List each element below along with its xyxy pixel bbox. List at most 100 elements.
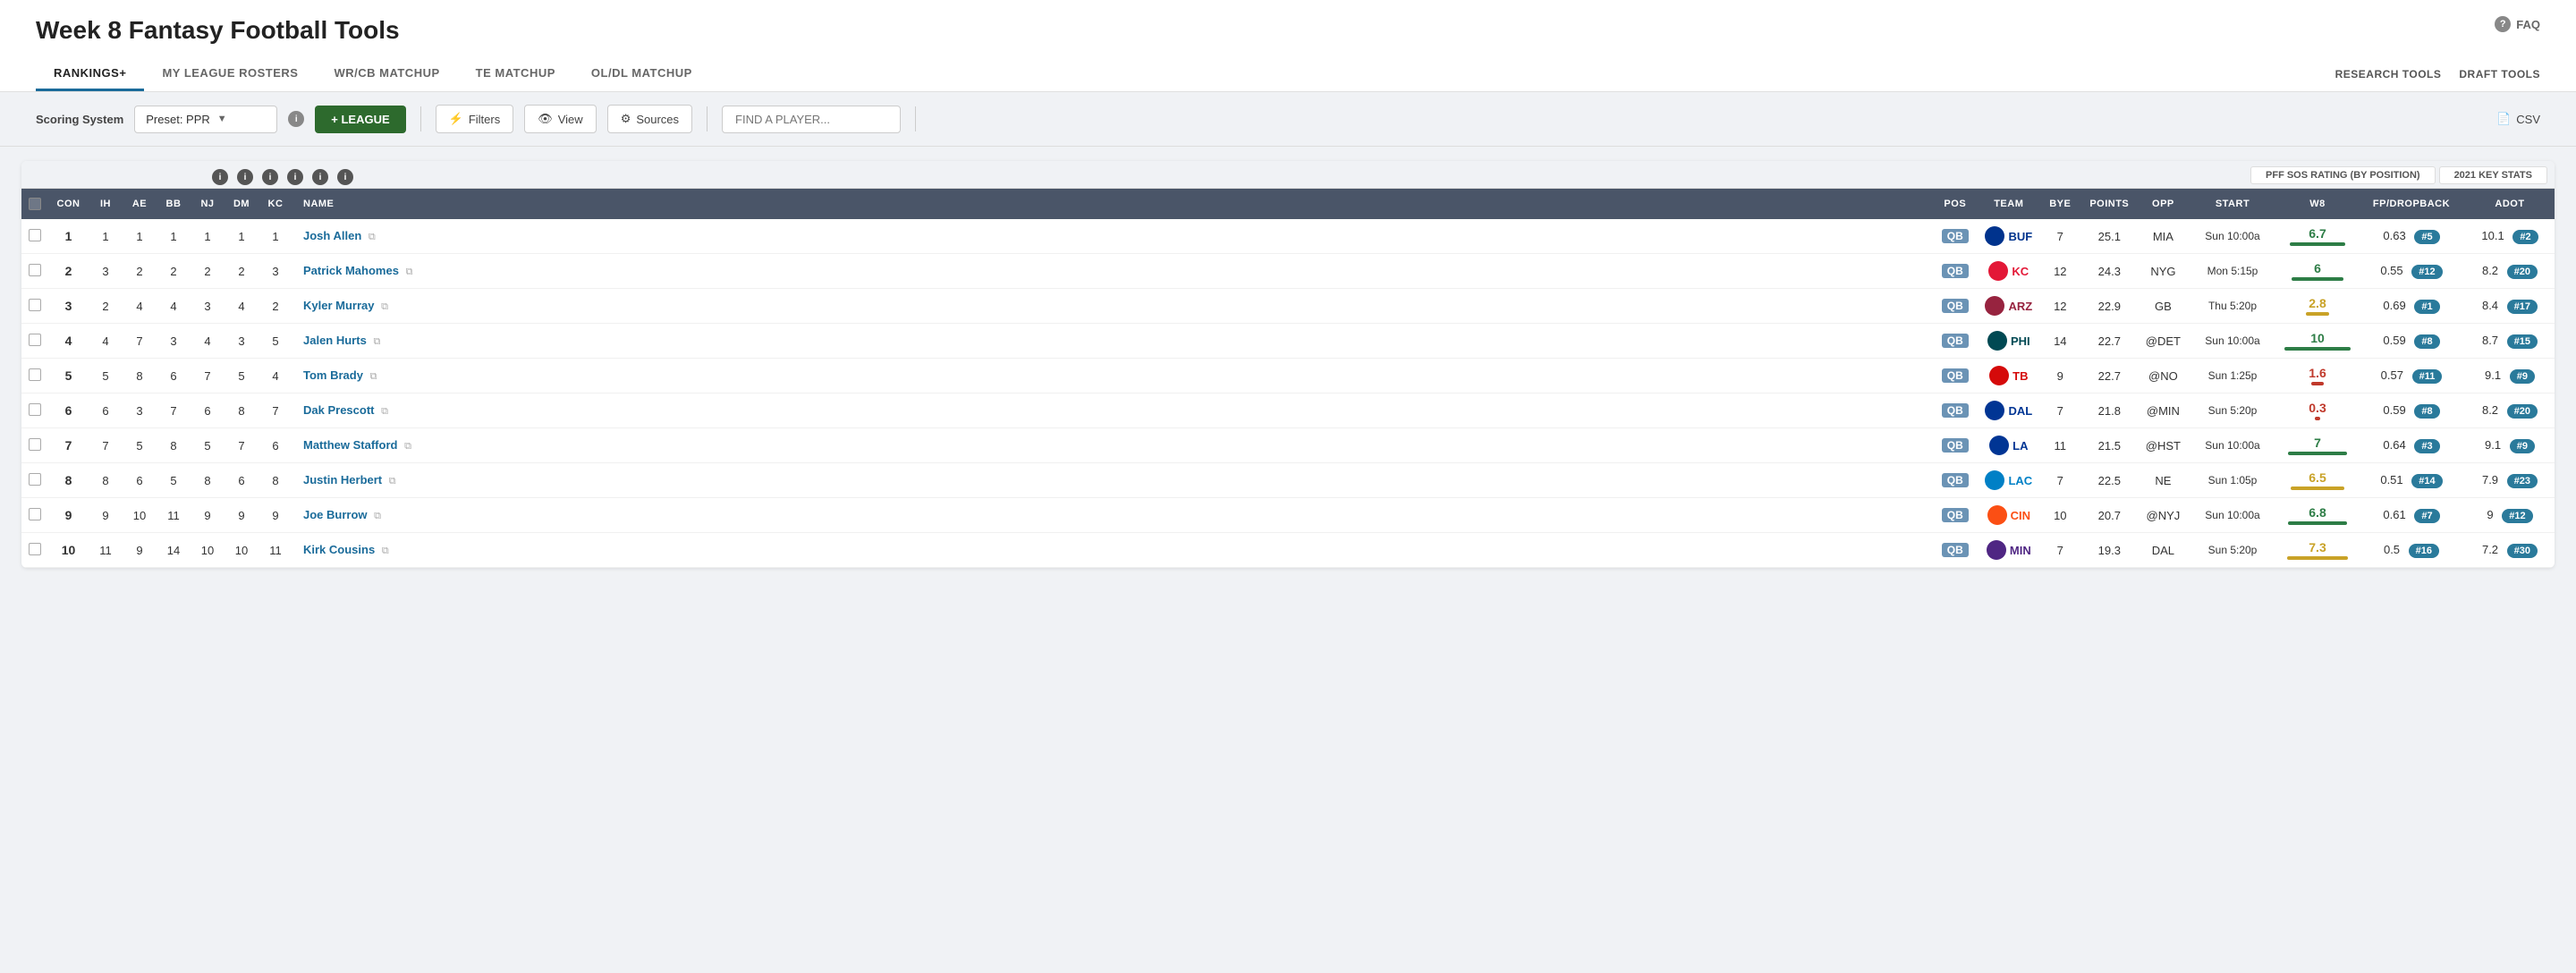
view-button[interactable]: 👁 View — [524, 105, 596, 133]
player-window-icon-0[interactable]: ⧉ — [369, 232, 376, 242]
faq-link[interactable]: ? FAQ — [2495, 16, 2540, 32]
player-name-link-8[interactable]: Joe Burrow — [303, 508, 368, 521]
row-fp-9: 0.5 #16 — [2358, 533, 2465, 568]
row-start-2: Thu 5:20p — [2188, 289, 2277, 324]
row-nj-6: 7 — [225, 428, 258, 463]
th-start: START — [2188, 189, 2277, 219]
fp-badge-5: #8 — [2414, 404, 2439, 419]
row-checkbox-4[interactable] — [21, 359, 48, 393]
adot-badge-9: #30 — [2507, 544, 2538, 558]
row-opp-3: @DET — [2139, 324, 2188, 359]
row-checkbox-7[interactable] — [21, 463, 48, 498]
row-pos-1: QB — [1933, 254, 1978, 289]
main-nav: RANKINGS+ MY LEAGUE ROSTERS WR/CB MATCHU… — [36, 57, 2540, 91]
row-kc-1: 3 — [258, 254, 292, 289]
fp-badge-8: #7 — [2414, 509, 2439, 523]
row-checkbox-1[interactable] — [21, 254, 48, 289]
player-window-icon-8[interactable]: ⧉ — [374, 511, 381, 521]
player-window-icon-9[interactable]: ⧉ — [382, 546, 389, 556]
row-checkbox-3[interactable] — [21, 324, 48, 359]
tab-te[interactable]: TE MATCHUP — [458, 57, 573, 91]
row-nj-7: 6 — [225, 463, 258, 498]
row-con-3: 4 — [89, 324, 123, 359]
col-info-kc[interactable]: i — [337, 169, 353, 185]
row-bb-3: 4 — [191, 324, 225, 359]
row-rank-4: 5 — [48, 359, 89, 393]
scoring-select[interactable]: Preset: PPR ▼ — [134, 106, 277, 133]
col-info-ih[interactable]: i — [237, 169, 253, 185]
table-row: 10 11 9 14 10 10 11 Kirk Cousins ⧉ QB MI… — [21, 533, 2555, 568]
adot-badge-7: #23 — [2507, 474, 2538, 488]
col-info-bb[interactable]: i — [287, 169, 303, 185]
row-name-5: Dak Prescott ⧉ — [292, 393, 1933, 428]
row-fp-7: 0.51 #14 — [2358, 463, 2465, 498]
player-name-link-3[interactable]: Jalen Hurts — [303, 334, 367, 347]
team-abbr-9: MIN — [2010, 544, 2031, 557]
row-checkbox-9[interactable] — [21, 533, 48, 568]
player-name-link-1[interactable]: Patrick Mahomes — [303, 264, 399, 277]
player-window-icon-4[interactable]: ⧉ — [370, 371, 377, 382]
row-rank-0: 1 — [48, 219, 89, 254]
player-window-icon-6[interactable]: ⧉ — [404, 441, 411, 452]
player-name-link-2[interactable]: Kyler Murray — [303, 299, 374, 312]
col-info-con[interactable]: i — [212, 169, 228, 185]
scoring-info-icon[interactable]: i — [288, 111, 304, 127]
player-window-icon-7[interactable]: ⧉ — [389, 476, 396, 486]
row-con-2: 2 — [89, 289, 123, 324]
research-tools-link[interactable]: RESEARCH TOOLS — [2335, 68, 2442, 80]
th-checkbox — [21, 189, 48, 219]
player-name-link-9[interactable]: Kirk Cousins — [303, 543, 375, 556]
league-button[interactable]: + LEAGUE — [315, 106, 405, 133]
player-window-icon-5[interactable]: ⧉ — [381, 406, 388, 417]
player-name-link-7[interactable]: Justin Herbert — [303, 473, 382, 486]
fp-badge-9: #16 — [2409, 544, 2439, 558]
row-adot-1: 8.2 #20 — [2465, 254, 2555, 289]
th-nj: NJ — [191, 189, 225, 219]
player-window-icon-2[interactable]: ⧉ — [381, 301, 388, 312]
row-name-6: Matthew Stafford ⧉ — [292, 428, 1933, 463]
th-dm: DM — [225, 189, 258, 219]
tab-ol-dl[interactable]: OL/DL MATCHUP — [573, 57, 710, 91]
row-opp-7: NE — [2139, 463, 2188, 498]
draft-tools-link[interactable]: DRAFT TOOLS — [2459, 68, 2540, 80]
row-team-5: DAL — [1978, 393, 2040, 428]
row-adot-0: 10.1 #2 — [2465, 219, 2555, 254]
player-window-icon-3[interactable]: ⧉ — [373, 336, 380, 347]
th-adot: ADOT — [2465, 189, 2555, 219]
player-window-icon-1[interactable]: ⧉ — [406, 267, 413, 277]
sources-button[interactable]: ⚙ Sources — [607, 105, 692, 133]
player-name-link-4[interactable]: Tom Brady — [303, 368, 363, 382]
tab-rankings[interactable]: RANKINGS+ — [36, 57, 144, 91]
toolbar: Scoring System Preset: PPR ▼ i + LEAGUE … — [0, 92, 2576, 147]
row-points-5: 21.8 — [2080, 393, 2139, 428]
row-pos-3: QB — [1933, 324, 1978, 359]
player-name-link-0[interactable]: Josh Allen — [303, 229, 361, 242]
row-checkbox-8[interactable] — [21, 498, 48, 533]
filter-icon: ⚡ — [449, 112, 463, 126]
col-info-ae[interactable]: i — [262, 169, 278, 185]
team-logo-0 — [1985, 226, 2004, 246]
tab-my-league[interactable]: MY LEAGUE ROSTERS — [144, 57, 316, 91]
row-checkbox-6[interactable] — [21, 428, 48, 463]
row-bye-5: 7 — [2040, 393, 2080, 428]
row-fp-0: 0.63 #5 — [2358, 219, 2465, 254]
row-points-2: 22.9 — [2080, 289, 2139, 324]
player-name-link-5[interactable]: Dak Prescott — [303, 403, 374, 417]
eye-icon: 👁 — [538, 112, 553, 126]
tab-wr-cb[interactable]: WR/CB MATCHUP — [316, 57, 457, 91]
th-kc: KC — [258, 189, 292, 219]
row-bb-4: 7 — [191, 359, 225, 393]
row-opp-6: @HST — [2139, 428, 2188, 463]
row-checkbox-2[interactable] — [21, 289, 48, 324]
th-ih: IH — [89, 189, 123, 219]
csv-button[interactable]: 📄 CSV — [2496, 112, 2540, 126]
filters-button[interactable]: ⚡ Filters — [436, 105, 514, 133]
col-info-nj[interactable]: i — [312, 169, 328, 185]
row-checkbox-0[interactable] — [21, 219, 48, 254]
row-pos-6: QB — [1933, 428, 1978, 463]
player-search-input[interactable] — [722, 106, 901, 133]
row-name-0: Josh Allen ⧉ — [292, 219, 1933, 254]
row-checkbox-5[interactable] — [21, 393, 48, 428]
player-name-link-6[interactable]: Matthew Stafford — [303, 438, 397, 452]
row-w8-8: 6.8 — [2277, 498, 2358, 533]
